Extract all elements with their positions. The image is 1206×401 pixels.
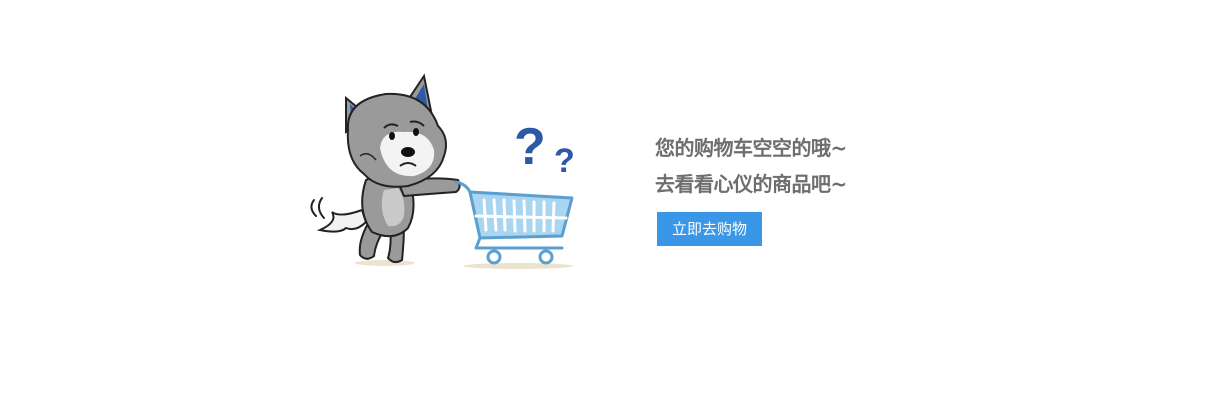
- svg-text:?: ?: [514, 118, 546, 176]
- empty-cart-title: 您的购物车空空的哦~: [655, 136, 847, 160]
- wolf-head: [345, 73, 447, 188]
- go-shopping-button[interactable]: 立即去购物: [657, 212, 762, 246]
- empty-cart-illustration: ? ?: [300, 70, 590, 275]
- wolf-tail: [316, 208, 368, 233]
- wolf-with-cart-illustration: ? ?: [310, 73, 575, 269]
- empty-cart-subtitle: 去看看心仪的商品吧~: [655, 172, 847, 196]
- empty-cart-message: 您的购物车空空的哦~ 去看看心仪的商品吧~ 立即去购物: [655, 130, 985, 246]
- motion-lines-icon: [310, 197, 325, 219]
- question-mark-icon: ? ?: [514, 118, 575, 180]
- svg-text:?: ?: [554, 142, 575, 180]
- empty-cart-panel: ? ? 您的购物车空空的哦~ 去看看心仪的商品吧~ 立即去购物: [0, 0, 1206, 401]
- shopping-cart-icon: [454, 180, 574, 265]
